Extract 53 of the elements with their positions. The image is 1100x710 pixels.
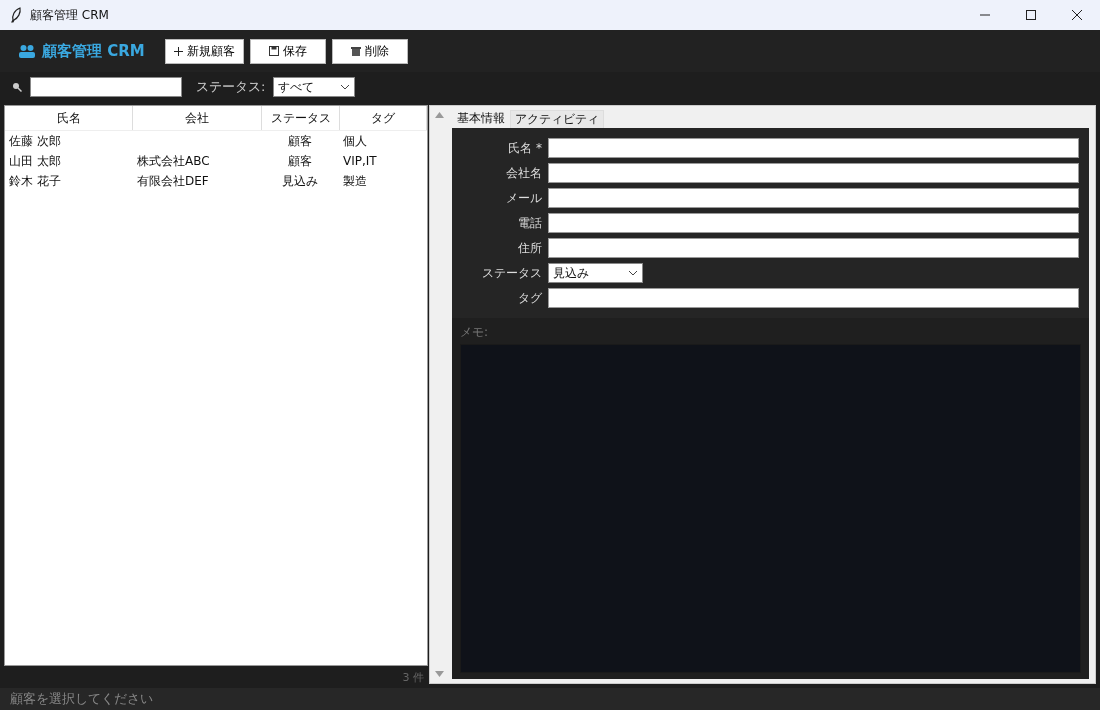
input-field[interactable] [548, 188, 1079, 208]
status-filter-dropdown[interactable]: すべて [273, 77, 356, 97]
input-field[interactable] [548, 163, 1079, 183]
table-cell: 株式会社ABC [137, 153, 210, 168]
table-cell: VIP,IT [343, 154, 377, 168]
status-message: 顧客を選択してください [10, 690, 153, 708]
table-cell: 鈴木 花子 [9, 173, 61, 188]
maximize-icon[interactable] [1025, 9, 1037, 21]
record-count: 3 件 [402, 669, 424, 685]
search-icon [12, 82, 22, 92]
column-header[interactable]: ステータス [261, 106, 341, 130]
plus-icon [173, 46, 183, 56]
app-title: 顧客管理 CRM [42, 41, 145, 61]
table-cell: 佐藤 次郎 [9, 133, 61, 148]
feather-icon [10, 7, 22, 23]
scroll-down-icon[interactable] [434, 671, 444, 677]
status-dropdown[interactable]: 見込み [548, 263, 643, 283]
field-label: ステータス [481, 264, 542, 282]
save-button[interactable]: 保存 [249, 38, 326, 64]
input-field[interactable] [548, 138, 1079, 158]
trash-icon [350, 46, 361, 56]
chevron-icon [628, 270, 638, 276]
field-label: 氏名 * [507, 139, 542, 157]
table-cell: 山田 太郎 [9, 153, 61, 168]
chevron-icon [340, 84, 351, 90]
people-icon [18, 44, 36, 58]
window-title: 顧客管理 CRM [30, 6, 109, 24]
input-field[interactable] [548, 288, 1079, 308]
memo-label: メモ: [460, 324, 490, 341]
table-cell: 製造 [343, 173, 367, 188]
table-cell: 個人 [343, 133, 367, 148]
field-label: 住所 [517, 239, 542, 257]
field-label: 電話 [517, 214, 542, 232]
table-cell: 見込み [282, 173, 318, 188]
table-cell: 顧客 [288, 153, 312, 168]
field-label: タグ [517, 289, 542, 307]
delete-button[interactable]: 削除 [331, 38, 408, 64]
tab[interactable]: アクティビティ [510, 110, 604, 128]
floppy-icon [268, 46, 279, 56]
column-header[interactable]: 会社 [133, 106, 262, 130]
status-filter-label: ステータス: [196, 78, 266, 96]
table-cell: 顧客 [288, 133, 312, 148]
column-header[interactable]: 氏名 [5, 106, 134, 130]
field-label: 会社名 [505, 164, 542, 182]
search-field[interactable] [30, 77, 182, 97]
input-field[interactable] [548, 213, 1079, 233]
field-label: メール [505, 189, 542, 207]
new-customer-button[interactable]: 新規顧客 [164, 38, 244, 64]
column-header[interactable]: タグ [340, 106, 427, 130]
table-cell: 有限会社DEF [137, 173, 209, 188]
close-icon[interactable] [1071, 9, 1083, 21]
scroll-up-icon[interactable] [434, 112, 444, 118]
input-field[interactable] [548, 238, 1079, 258]
